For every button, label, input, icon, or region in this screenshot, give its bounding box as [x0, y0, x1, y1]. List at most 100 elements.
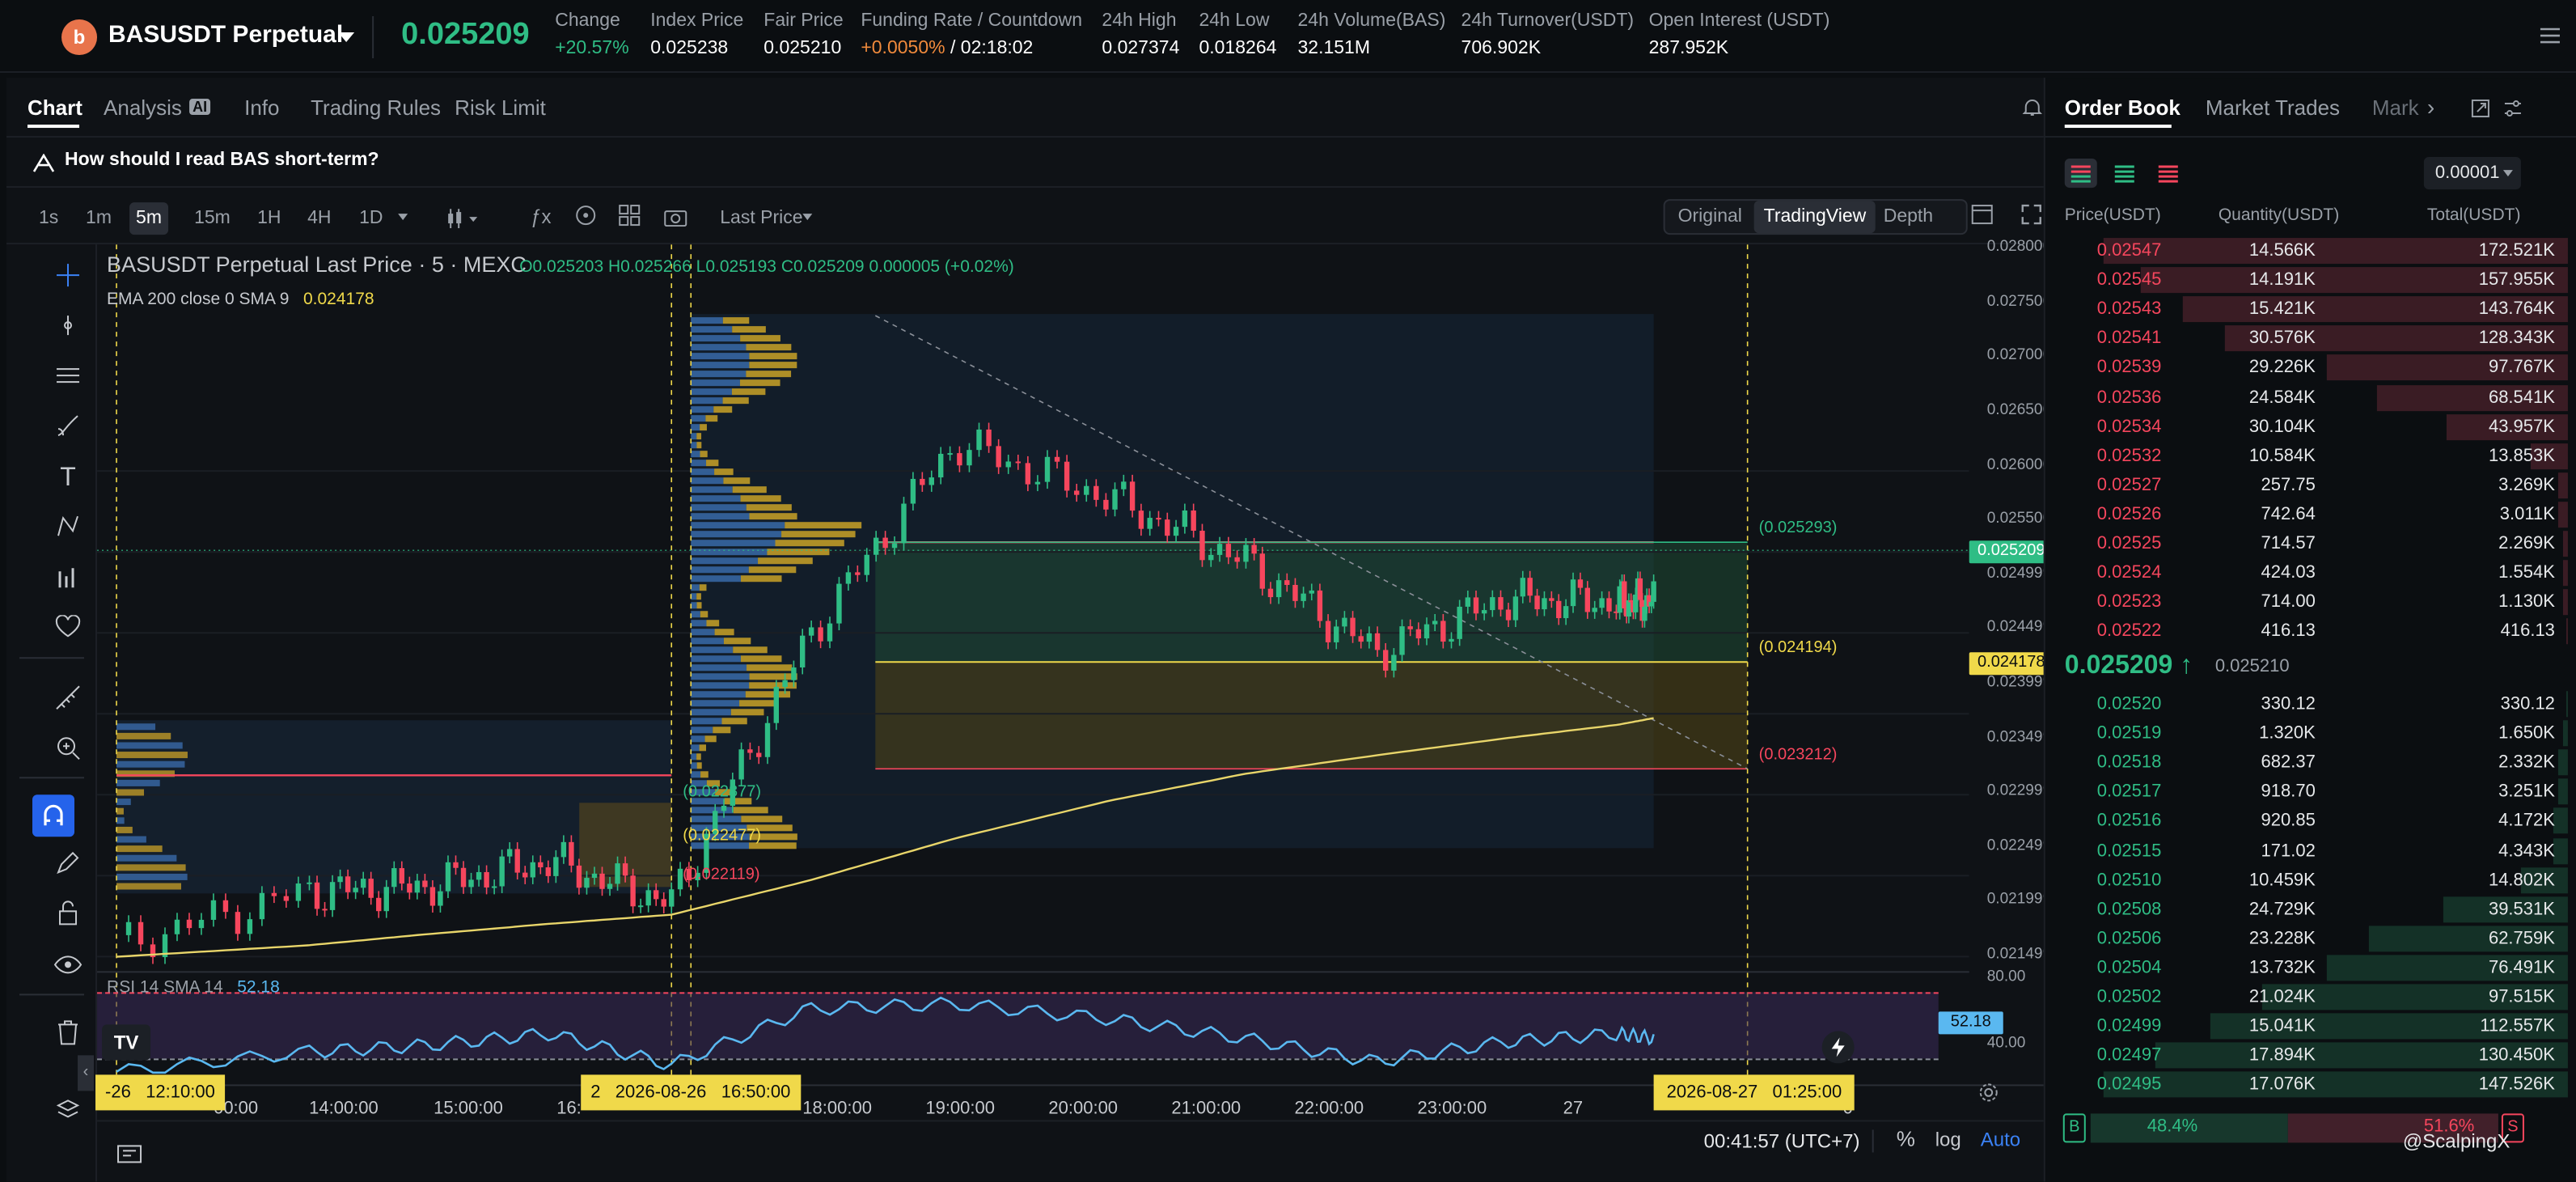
view-both-icon[interactable]: [2064, 159, 2097, 189]
replay-icon[interactable]: [116, 1142, 142, 1173]
zoom-in-icon[interactable]: [52, 735, 84, 767]
bid-row[interactable]: 0.02506 23.228K 62.759K: [2075, 924, 2568, 953]
tradingview-logo[interactable]: TV: [102, 1024, 151, 1061]
fullscreen-icon[interactable]: [2021, 204, 2042, 233]
bid-row[interactable]: 0.02518 682.37 2.332K: [2075, 748, 2568, 777]
ai-prompt-link[interactable]: How should I read BAS short-term?: [65, 150, 379, 170]
favorite-heart-icon[interactable]: [52, 613, 84, 646]
interval-5m[interactable]: 5m: [129, 202, 169, 235]
ask-row[interactable]: 0.02547 14.566K 172.521K: [2075, 236, 2568, 265]
interval-4h[interactable]: 4H: [301, 202, 337, 235]
bid-row[interactable]: 0.02508 24.729K 39.531K: [2075, 895, 2568, 924]
tab-mark[interactable]: Mark: [2372, 95, 2419, 120]
chevron-right-icon[interactable]: ›: [2427, 94, 2434, 120]
ask-row[interactable]: 0.02525 714.57 2.269K: [2075, 529, 2568, 558]
chevron-down-icon[interactable]: [398, 214, 408, 221]
magnet-mode-button[interactable]: [32, 794, 75, 837]
candle-type-icon[interactable]: [446, 207, 479, 236]
interval-1h[interactable]: 1H: [251, 202, 287, 235]
bid-row[interactable]: 0.02516 920.85 4.172K: [2075, 807, 2568, 836]
candle: [1449, 638, 1454, 642]
pencil-lock-icon[interactable]: [52, 849, 84, 882]
view-original[interactable]: Original: [1678, 201, 1742, 233]
tab-chart[interactable]: Chart: [27, 95, 82, 120]
ask-row[interactable]: 0.02523 714.00 1.130K: [2075, 588, 2568, 617]
ruler-icon[interactable]: [52, 684, 84, 717]
tab-trading-rules[interactable]: Trading Rules: [311, 95, 441, 120]
percent-scale-toggle[interactable]: %: [1897, 1126, 1915, 1150]
ask-row[interactable]: 0.02524 424.03 1.554K: [2075, 558, 2568, 587]
brush-icon[interactable]: [52, 413, 84, 445]
ask-row[interactable]: 0.02539 29.226K 97.767K: [2075, 354, 2568, 383]
ask-row[interactable]: 0.02543 15.421K 143.764K: [2075, 294, 2568, 324]
bid-row[interactable]: 0.02495 17.076K 147.526K: [2075, 1070, 2568, 1099]
log-scale-toggle[interactable]: log: [1935, 1128, 1961, 1150]
chevron-down-icon[interactable]: [2502, 170, 2513, 177]
bid-row[interactable]: 0.02504 13.732K 76.491K: [2075, 953, 2568, 982]
crosshair-icon[interactable]: [52, 262, 84, 294]
ask-row[interactable]: 0.02534 30.104K 43.957K: [2075, 412, 2568, 441]
price-type-select[interactable]: Last Price: [713, 202, 809, 235]
interval-1s[interactable]: 1s: [32, 202, 65, 235]
tab-risk-limit[interactable]: Risk Limit: [455, 95, 546, 120]
interval-15m[interactable]: 15m: [188, 202, 237, 235]
horizontal-lines-icon[interactable]: [52, 362, 84, 395]
ask-row[interactable]: 0.02541 30.576K 128.343K: [2075, 324, 2568, 354]
order-price: 0.02525: [2096, 534, 2162, 554]
measure-icon[interactable]: [52, 563, 84, 595]
ask-row[interactable]: 0.02522 416.13 416.13: [2075, 617, 2568, 646]
sliders-icon[interactable]: [2503, 97, 2523, 126]
ask-row[interactable]: 0.02536 24.584K 68.541K: [2075, 383, 2568, 412]
view-depth[interactable]: Depth: [1884, 201, 1933, 233]
view-bids-icon[interactable]: [2109, 159, 2141, 188]
camera-icon[interactable]: [663, 205, 687, 235]
view-tradingview[interactable]: TradingView: [1753, 201, 1876, 234]
ask-row[interactable]: 0.02527 257.75 3.269K: [2075, 471, 2568, 500]
ask-row[interactable]: 0.02545 14.191K 157.955K: [2075, 265, 2568, 294]
lightning-icon[interactable]: [1821, 1031, 1855, 1064]
eye-icon[interactable]: [52, 950, 84, 982]
bid-row[interactable]: 0.02502 21.024K 97.515K: [2075, 982, 2568, 1011]
tab-market-trades[interactable]: Market Trades: [2206, 95, 2340, 120]
layout-grid-icon[interactable]: [618, 204, 641, 235]
ask-row[interactable]: 0.02526 742.64 3.011K: [2075, 500, 2568, 529]
settings-icon[interactable]: [2537, 23, 2563, 49]
pattern-icon[interactable]: [52, 513, 84, 545]
lock-icon[interactable]: [52, 900, 84, 932]
indicator-icon[interactable]: [574, 204, 597, 235]
trend-line-icon[interactable]: [52, 312, 84, 345]
trash-icon[interactable]: [52, 1019, 84, 1052]
layers-icon[interactable]: [52, 1097, 84, 1129]
chevron-down-icon[interactable]: [802, 214, 813, 221]
timezone-clock[interactable]: 00:41:57 (UTC+7): [1704, 1129, 1860, 1152]
text-tool-icon[interactable]: T: [52, 463, 84, 495]
bid-row[interactable]: 0.02515 171.02 4.343K: [2075, 836, 2568, 865]
interval-1d[interactable]: 1D: [353, 202, 389, 235]
price-chart-area[interactable]: [97, 244, 1969, 1085]
view-asks-icon[interactable]: [2152, 159, 2185, 188]
axis-settings-icon[interactable]: [1977, 1081, 2000, 1112]
collapse-toolbar-button[interactable]: ‹: [78, 1055, 95, 1091]
tab-info[interactable]: Info: [244, 95, 279, 120]
bid-row[interactable]: 0.02517 918.70 3.251K: [2075, 777, 2568, 807]
indicator-fx-icon[interactable]: ƒx: [531, 205, 551, 228]
popout-icon[interactable]: [2471, 97, 2490, 126]
bid-row[interactable]: 0.02497 17.894K 130.450K: [2075, 1041, 2568, 1070]
chevron-down-icon[interactable]: [338, 32, 355, 43]
vp-bar: [691, 664, 747, 671]
bell-icon[interactable]: [2022, 97, 2043, 117]
bid-row[interactable]: 0.02499 15.041K 112.557K: [2075, 1012, 2568, 1041]
bid-row[interactable]: 0.02519 1.320K 1.650K: [2075, 718, 2568, 748]
rsi-chart-area[interactable]: [97, 971, 1969, 1084]
panel-layout-icon[interactable]: [1971, 204, 1994, 233]
auto-scale-toggle[interactable]: Auto: [1981, 1128, 2020, 1150]
bid-row[interactable]: 0.02520 330.12 330.12: [2075, 689, 2568, 718]
candlestick-chart[interactable]: [97, 244, 1969, 1085]
bid-row[interactable]: 0.02510 10.459K 14.802K: [2075, 866, 2568, 895]
ask-row[interactable]: 0.02532 10.584K 13.853K: [2075, 442, 2568, 471]
interval-1m[interactable]: 1m: [79, 202, 118, 235]
tab-order-book[interactable]: Order Book: [2065, 95, 2181, 120]
tab-analysis[interactable]: Analysis: [104, 95, 182, 120]
vp-bar: [116, 799, 131, 806]
symbol-selector[interactable]: BASUSDT Perpetual: [108, 21, 343, 49]
